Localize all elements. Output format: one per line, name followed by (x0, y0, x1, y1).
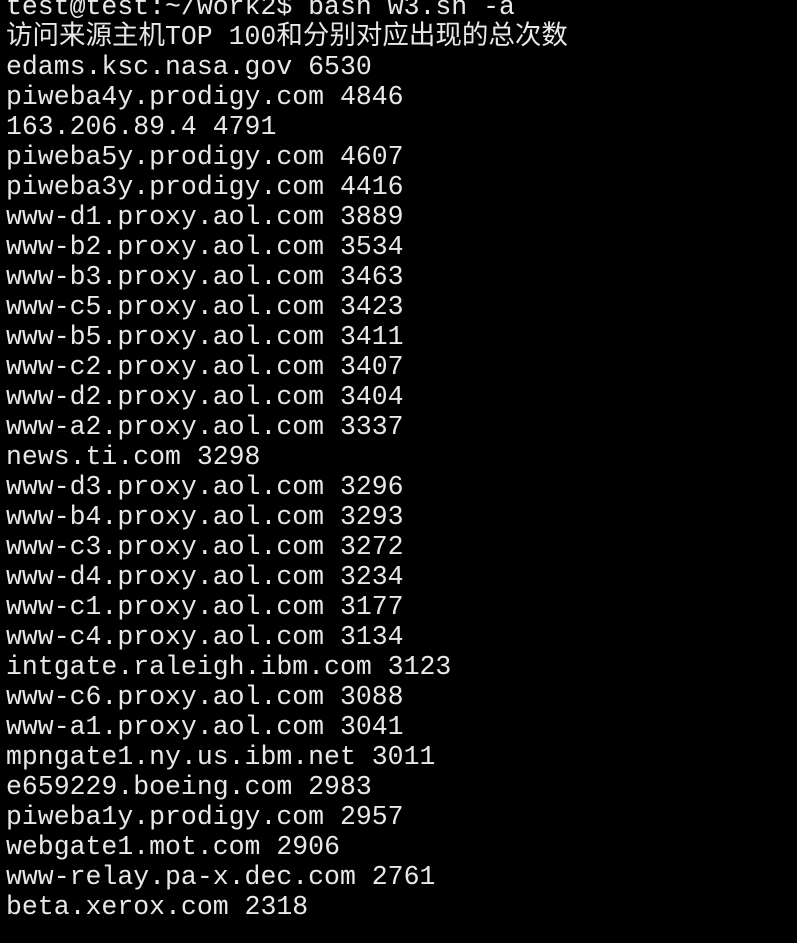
command-prompt-line: test@test:~/work2$ bash w3.sh -a (6, 0, 515, 22)
host-name: beta.xerox.com (6, 892, 229, 922)
visit-count: 2318 (244, 892, 309, 922)
output-row: www-d4.proxy.aol.com 3234 (6, 562, 797, 592)
visit-count: 3889 (339, 202, 404, 232)
output-row: piweba1y.prodigy.com 2957 (6, 802, 797, 832)
output-row: www-b5.proxy.aol.com 3411 (6, 322, 797, 352)
host-name: www-d3.proxy.aol.com (6, 472, 325, 502)
output-row: piweba3y.prodigy.com 4416 (6, 172, 797, 202)
visit-count: 6530 (308, 52, 372, 82)
host-name: www-d2.proxy.aol.com (6, 382, 325, 412)
output-list: edams.ksc.nasa.gov 6530 piweba4y.prodigy.… (6, 52, 797, 922)
visit-count: 3337 (339, 412, 404, 442)
visit-count: 3234 (339, 562, 404, 592)
output-row: www-d3.proxy.aol.com 3296 (6, 472, 797, 502)
visit-count: 3123 (387, 652, 452, 682)
output-row: beta.xerox.com 2318 (6, 892, 797, 922)
output-row: www-a1.proxy.aol.com 3041 (6, 712, 797, 742)
visit-count: 4607 (339, 142, 404, 172)
host-name: news.ti.com (6, 442, 181, 472)
output-row: www-b3.proxy.aol.com 3463 (6, 262, 797, 292)
host-name: intgate.raleigh.ibm.com (6, 652, 372, 682)
host-name: edams.ksc.nasa.gov (6, 52, 293, 82)
visit-count: 3272 (339, 532, 404, 562)
host-name: mpngate1.ny.us.ibm.net (6, 742, 356, 772)
output-row: www-d1.proxy.aol.com 3889 (6, 202, 797, 232)
visit-count: 2957 (339, 802, 404, 832)
host-name: www-c3.proxy.aol.com (6, 532, 325, 562)
output-row: www-b4.proxy.aol.com 3293 (6, 502, 797, 532)
output-row: intgate.raleigh.ibm.com 3123 (6, 652, 797, 682)
visit-count: 3134 (339, 622, 404, 652)
visit-count: 3293 (339, 502, 404, 532)
visit-count: 3534 (339, 232, 404, 262)
host-name: www-a2.proxy.aol.com (6, 412, 325, 442)
visit-count: 4416 (339, 172, 404, 202)
output-row: www-c3.proxy.aol.com 3272 (6, 532, 797, 562)
output-row: www-c6.proxy.aol.com 3088 (6, 682, 797, 712)
host-name: piweba4y.prodigy.com (6, 82, 325, 112)
output-row: www-relay.pa-x.dec.com 2761 (6, 862, 797, 892)
output-row: www-c4.proxy.aol.com 3134 (6, 622, 797, 652)
host-name: piweba5y.prodigy.com (6, 142, 325, 172)
output-row: www-b2.proxy.aol.com 3534 (6, 232, 797, 262)
output-row: news.ti.com 3298 (6, 442, 797, 472)
host-name: www-c1.proxy.aol.com (6, 592, 325, 622)
output-row: edams.ksc.nasa.gov 6530 (6, 52, 797, 82)
visit-count: 3298 (196, 442, 261, 472)
visit-count: 3423 (339, 292, 404, 322)
output-header: 访问来源主机TOP 100和分别对应出现的总次数 (6, 22, 568, 52)
host-name: www-b3.proxy.aol.com (6, 262, 325, 292)
visit-count: 3041 (339, 712, 404, 742)
visit-count: 2983 (308, 772, 372, 802)
output-row: www-d2.proxy.aol.com 3404 (6, 382, 797, 412)
output-row: www-c2.proxy.aol.com 3407 (6, 352, 797, 382)
host-name: www-b2.proxy.aol.com (6, 232, 325, 262)
host-name: www-c6.proxy.aol.com (6, 682, 325, 712)
visit-count: 3088 (339, 682, 404, 712)
host-name: www-c2.proxy.aol.com (6, 352, 325, 382)
output-row: webgate1.mot.com 2906 (6, 832, 797, 862)
host-name: e659229.boeing.com (6, 772, 293, 802)
host-name: www-relay.pa-x.dec.com (6, 862, 356, 892)
host-name: www-c4.proxy.aol.com (6, 622, 325, 652)
visit-count: 4846 (339, 82, 404, 112)
output-row: mpngate1.ny.us.ibm.net 3011 (6, 742, 797, 772)
visit-count: 2761 (371, 862, 436, 892)
host-name: www-c5.proxy.aol.com (6, 292, 325, 322)
visit-count: 3177 (339, 592, 404, 622)
host-name: piweba3y.prodigy.com (6, 172, 325, 202)
output-row: www-a2.proxy.aol.com 3337 (6, 412, 797, 442)
visit-count: 4791 (212, 112, 277, 142)
output-row: e659229.boeing.com 2983 (6, 772, 797, 802)
host-name: www-b5.proxy.aol.com (6, 322, 325, 352)
visit-count: 3404 (339, 382, 404, 412)
visit-count: 3296 (339, 472, 404, 502)
terminal-window[interactable]: test@test:~/work2$ bash w3.sh -a 访问来源主机T… (0, 0, 797, 943)
host-name: www-a1.proxy.aol.com (6, 712, 325, 742)
output-row: www-c1.proxy.aol.com 3177 (6, 592, 797, 622)
output-row: piweba4y.prodigy.com 4846 (6, 82, 797, 112)
output-row: 163.206.89.4 4791 (6, 112, 797, 142)
output-row: piweba5y.prodigy.com 4607 (6, 142, 797, 172)
visit-count: 2906 (276, 832, 340, 862)
host-name: piweba1y.prodigy.com (6, 802, 325, 832)
host-name: www-b4.proxy.aol.com (6, 502, 325, 532)
host-name: webgate1.mot.com (6, 832, 261, 862)
host-name: www-d1.proxy.aol.com (6, 202, 325, 232)
visit-count: 3411 (339, 322, 404, 352)
visit-count: 3011 (371, 742, 436, 772)
visit-count: 3463 (339, 262, 404, 292)
host-name: www-d4.proxy.aol.com (6, 562, 325, 592)
output-row: www-c5.proxy.aol.com 3423 (6, 292, 797, 322)
visit-count: 3407 (339, 352, 404, 382)
host-name: 163.206.89.4 (6, 112, 197, 142)
